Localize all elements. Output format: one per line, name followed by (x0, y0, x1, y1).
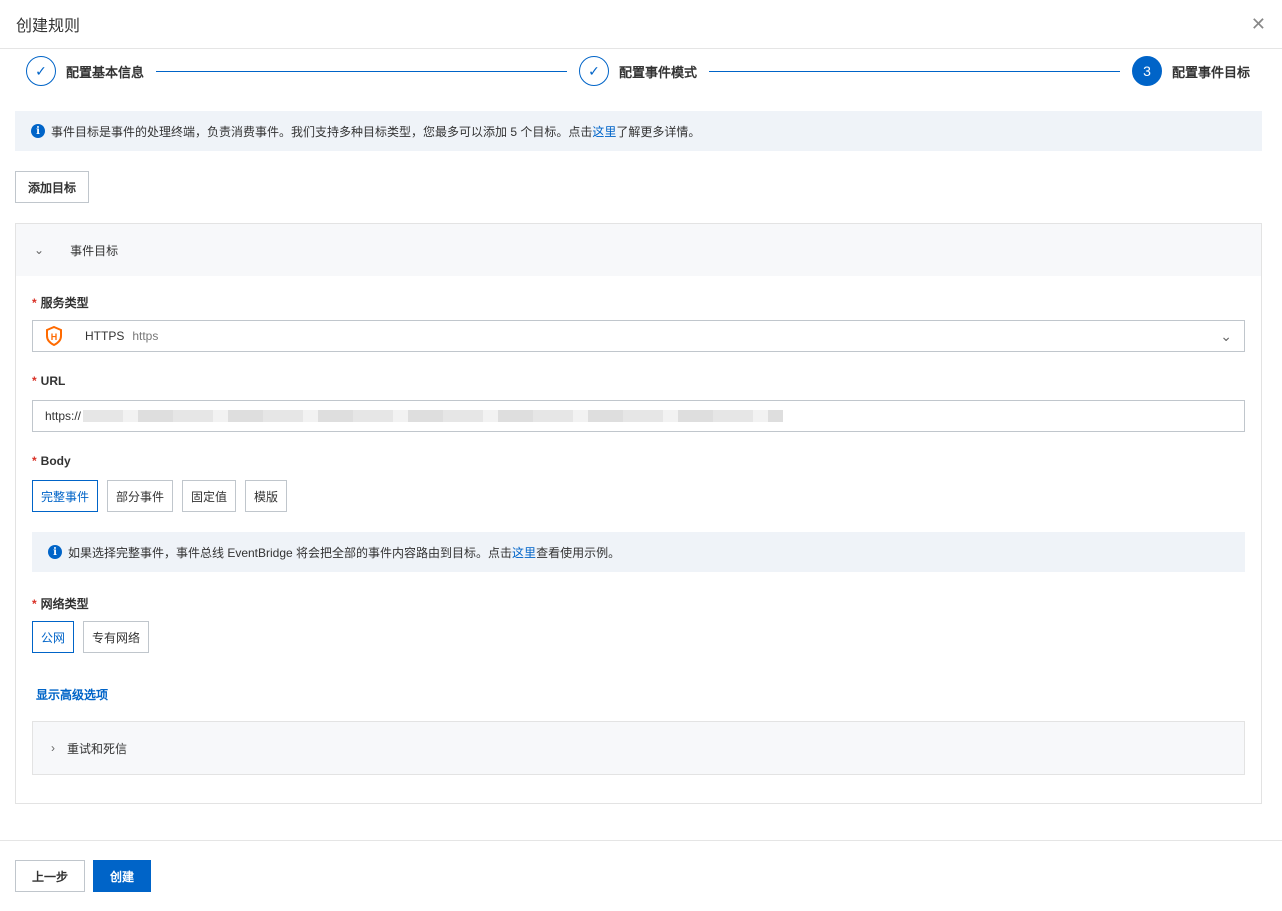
dialog-footer: 上一步 创建 (0, 840, 1282, 911)
dialog-title: 创建规则 (16, 18, 81, 35)
body-notice-text: 如果选择完整事件，事件总线 EventBridge 将会把全部的事件内容路由到目… (68, 545, 621, 560)
stepper: ✓ 配置基本信息 ✓ 配置事件模式 3 配置事件目标 (26, 56, 1250, 86)
notice-text: 事件目标是事件的处理终端，负责消费事件。我们支持多种目标类型，您最多可以添加 5… (51, 124, 701, 139)
body-notice-link[interactable]: 这里 (512, 546, 536, 560)
retry-deadletter-section[interactable]: › 重试和死信 (32, 721, 1245, 775)
body-option-partial-event[interactable]: 部分事件 (107, 480, 174, 512)
step-label: 配置事件目标 (1172, 64, 1251, 80)
url-label: * URL (32, 374, 66, 388)
chevron-right-icon: › (51, 741, 55, 755)
info-icon: i (31, 124, 45, 138)
step-2: ✓ 配置事件模式 (579, 56, 697, 86)
https-shield-icon: H (46, 326, 62, 346)
check-icon: ✓ (579, 56, 609, 86)
notice-banner: i 事件目标是事件的处理终端，负责消费事件。我们支持多种目标类型，您最多可以添加… (15, 111, 1262, 151)
body-option-fixed-value[interactable]: 固定值 (182, 480, 237, 512)
body-option-full-event[interactable]: 完整事件 (32, 480, 99, 512)
step-label: 配置基本信息 (66, 64, 145, 80)
dialog-header: 创建规则 ✕ (0, 0, 1282, 49)
body-options: 完整事件 部分事件 固定值 模版 (32, 480, 288, 512)
chevron-down-icon[interactable]: ⌄ (34, 243, 44, 257)
create-button[interactable]: 创建 (93, 860, 152, 892)
url-input[interactable]: https:// (32, 400, 1245, 432)
redacted-url (83, 410, 784, 422)
info-icon: i (48, 545, 62, 559)
service-type-label: * 服务类型 (32, 296, 89, 310)
step-label: 配置事件模式 (619, 64, 698, 80)
step-1: ✓ 配置基本信息 (26, 56, 144, 86)
url-value: https:// (45, 409, 82, 423)
svg-text:H: H (51, 332, 58, 342)
add-target-button[interactable]: 添加目标 (15, 171, 90, 203)
check-icon: ✓ (26, 56, 56, 86)
step-connector (156, 70, 567, 72)
close-icon[interactable]: ✕ (1251, 14, 1266, 35)
body-label: * Body (32, 454, 71, 468)
panel-header[interactable]: ⌄ 事件目标 (16, 224, 1261, 276)
network-type-label: * 网络类型 (32, 597, 89, 611)
network-option-vpc[interactable]: 专有网络 (83, 621, 150, 653)
step-3: 3 配置事件目标 (1132, 56, 1250, 86)
event-target-panel: ⌄ 事件目标 * 服务类型 H HTTPS https ⌄ * URL https:… (15, 223, 1262, 804)
show-advanced-link[interactable]: 显示高级选项 (36, 686, 108, 703)
network-option-public[interactable]: 公网 (32, 621, 75, 653)
notice-link[interactable]: 这里 (592, 125, 616, 139)
panel-title: 事件目标 (70, 243, 119, 258)
step-connector (709, 70, 1120, 72)
service-value: HTTPS (85, 329, 125, 343)
network-options: 公网 专有网络 (32, 621, 150, 653)
prev-button[interactable]: 上一步 (15, 860, 86, 892)
service-type-select[interactable]: H HTTPS https ⌄ (32, 320, 1245, 352)
body-option-template[interactable]: 模版 (245, 480, 288, 512)
chevron-down-icon: ⌄ (1220, 327, 1232, 344)
service-sub: https (132, 329, 159, 343)
retry-title: 重试和死信 (67, 741, 128, 756)
body-notice: i 如果选择完整事件，事件总线 EventBridge 将会把全部的事件内容路由… (32, 532, 1245, 572)
step-number: 3 (1132, 56, 1162, 86)
